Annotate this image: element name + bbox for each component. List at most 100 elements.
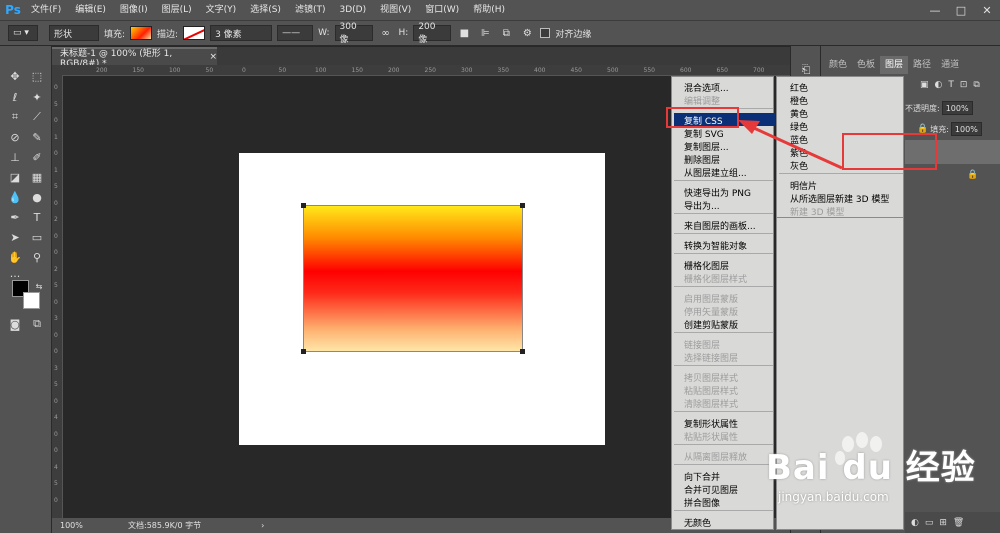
context-item-rasterize-layer[interactable]: 栅格化图层 [684,259,729,272]
status-menu-arrow-icon[interactable]: › [261,521,264,530]
crop-tool-icon[interactable]: ⌗ [6,109,24,125]
menu-select[interactable]: 选择(S) [243,0,288,20]
blur-tool-icon[interactable]: 💧 [6,189,24,205]
minimize-button[interactable]: — [922,0,948,20]
ruler-tick-label: 200 [96,67,108,74]
context-item-copy-svg[interactable]: 复制 SVG [684,127,724,140]
pixel-filter-icon[interactable]: ▣ [920,80,929,90]
menu-3d[interactable]: 3D(D) [332,0,373,20]
tab-swatches[interactable]: 色板 [852,56,880,74]
path-alignment-icon[interactable]: ⊫ [477,25,493,41]
context-item-blending-options[interactable]: 混合选项... [684,81,729,94]
eyedropper-tool-icon[interactable]: ⟋ [28,109,46,125]
close-button[interactable]: ✕ [974,0,1000,20]
history-brush-tool-icon[interactable]: ✐ [28,149,46,165]
transform-handle[interactable] [520,349,525,354]
shape-mode-select[interactable]: 形状 [49,25,99,41]
width-input[interactable]: 300 像 [334,22,373,45]
brush-tool-icon[interactable]: ✎ [28,129,46,145]
menu-view[interactable]: 视图(V) [373,0,418,20]
pen-tool-icon[interactable]: ✒ [6,209,24,225]
hand-tool-icon[interactable]: ✋ [6,249,24,265]
tab-close-icon[interactable]: × [209,52,217,62]
shape-filter-icon[interactable]: ⊡ [960,80,968,90]
menu-window[interactable]: 窗口(W) [418,0,466,20]
healing-brush-tool-icon[interactable]: ⊘ [6,129,24,145]
menu-edit[interactable]: 编辑(E) [68,0,113,20]
submenu-item-orange[interactable]: 橙色 [790,94,808,107]
marquee-tool-icon[interactable]: ⬚ [28,68,46,84]
opacity-input[interactable]: 100% [941,101,973,115]
transform-handle[interactable] [301,349,306,354]
submenu-item-postcard[interactable]: 明信片 [790,179,817,192]
move-tool-icon[interactable]: ✥ [6,68,24,84]
context-item-export-as[interactable]: 导出为... [684,199,720,212]
stroke-width-select[interactable]: 3 像素 [210,25,273,41]
height-input[interactable]: 200 像 [413,22,452,45]
menu-type[interactable]: 文字(Y) [199,0,244,20]
context-item-duplicate-layer[interactable]: 复制图层... [684,140,729,153]
eraser-tool-icon[interactable]: ◪ [6,169,24,185]
rectangle-tool-icon[interactable]: ▭ [28,229,46,245]
context-item-quick-export-png[interactable]: 快速导出为 PNG [684,186,751,199]
path-selection-tool-icon[interactable]: ➤ [6,229,24,245]
background-color-swatch[interactable] [23,292,40,309]
type-tool-icon[interactable]: T [28,209,46,225]
context-item-copy-shape-attributes[interactable]: 复制形状属性 [684,417,738,430]
lasso-tool-icon[interactable]: ℓ [6,89,24,105]
tab-layers[interactable]: 图层 [880,56,909,74]
submenu-item-new-3d-from-layer[interactable]: 从所选图层新建 3D 模型 [790,192,889,205]
context-item-artboard-from-layers[interactable]: 来自图层的画板... [684,219,756,232]
context-item-convert-smart-object[interactable]: 转换为智能对象 [684,239,747,252]
zoom-level[interactable]: 100% [52,521,88,530]
submenu-item-blue[interactable]: 蓝色 [790,133,808,146]
path-arrangement-icon[interactable]: ⧉ [498,25,514,41]
stroke-type-select[interactable]: —— [277,25,314,41]
context-item-no-color[interactable]: 无颜色 [684,516,711,529]
magic-wand-tool-icon[interactable]: ✦ [28,89,46,105]
tab-paths[interactable]: 路径 [908,56,936,74]
menu-filter[interactable]: 滤镜(T) [288,0,333,20]
submenu-item-yellow[interactable]: 黄色 [790,107,808,120]
transform-handle[interactable] [520,203,525,208]
screen-mode-icon[interactable]: ⧉ [28,316,46,332]
clone-stamp-tool-icon[interactable]: ⊥ [6,149,24,165]
menu-layer[interactable]: 图层(L) [155,0,199,20]
gradient-tool-icon[interactable]: ▦ [28,169,46,185]
stroke-swatch[interactable] [183,26,206,40]
smart-object-filter-icon[interactable]: ⧉ [973,80,979,90]
submenu-item-gray[interactable]: 灰色 [790,159,808,172]
maximize-button[interactable]: □ [948,0,974,20]
submenu-item-purple[interactable]: 紫色 [790,146,808,159]
path-operations-icon[interactable]: ■ [456,25,472,41]
transform-handle[interactable] [301,203,306,208]
gear-icon[interactable]: ⚙ [519,25,535,41]
menu-help[interactable]: 帮助(H) [466,0,512,20]
context-item-create-clipping-mask[interactable]: 创建剪贴蒙版 [684,318,738,331]
align-edges-checkbox[interactable] [540,28,551,38]
tab-color[interactable]: 颜色 [824,56,852,74]
context-item-flatten-image[interactable]: 拼合图像 [684,496,720,509]
context-item-group-from-layers[interactable]: 从图层建立组... [684,166,747,179]
gradient-rectangle-shape[interactable] [303,205,523,352]
adjustment-filter-icon[interactable]: ◐ [935,80,943,90]
context-item-delete-layer[interactable]: 删除图层 [684,153,720,166]
dodge-tool-icon[interactable]: ● [28,189,46,205]
quick-mask-icon[interactable]: ◙ [6,316,24,332]
context-item-merge-down[interactable]: 向下合并 [684,470,720,483]
type-filter-icon[interactable]: T [948,80,954,90]
document-tab[interactable]: 未标题-1 @ 100% (矩形 1, RGB/8#) * × [52,47,217,69]
submenu-item-green[interactable]: 绿色 [790,120,808,133]
submenu-item-red[interactable]: 红色 [790,81,808,94]
menu-image[interactable]: 图像(I) [113,0,155,20]
fill-swatch[interactable] [130,26,153,40]
menu-file[interactable]: 文件(F) [24,0,68,20]
link-icon[interactable]: ∞ [378,25,394,41]
zoom-tool-icon[interactable]: ⚲ [28,249,46,265]
tab-channels[interactable]: 通道 [936,56,964,74]
fill-input[interactable]: 100% [950,122,982,136]
tool-preset-picker[interactable]: ▭ ▾ [8,25,38,41]
context-item-merge-visible[interactable]: 合并可见图层 [684,483,738,496]
swap-colors-icon[interactable]: ⇆ [30,278,48,294]
ruler-tick-label: 0 [54,430,58,438]
